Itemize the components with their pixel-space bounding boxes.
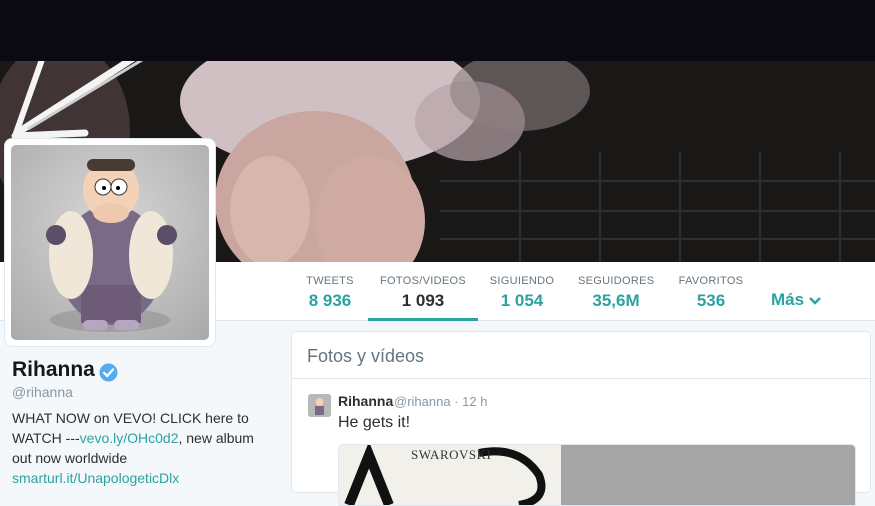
hand-drawn-arrow-icon bbox=[11, 61, 144, 140]
profile-avatar[interactable] bbox=[5, 139, 215, 346]
tab-label: FOTOS/VIDEOS bbox=[380, 275, 466, 287]
tweet-handle-time[interactable]: @rihanna · 12 h bbox=[394, 394, 487, 409]
profile-name: Rihanna bbox=[12, 358, 95, 381]
tab-count: 35,6M bbox=[592, 291, 640, 310]
photos-videos-panel: Fotos y vídeos Rihanna @rihanna · 12 h H… bbox=[291, 331, 871, 506]
tweet-media-image[interactable]: SWAROVSKI bbox=[338, 444, 856, 506]
top-navigation-bar bbox=[0, 0, 875, 61]
tab-count: 8 936 bbox=[308, 291, 352, 310]
tab-photos-videos[interactable]: FOTOS/VIDEOS 1 093 bbox=[368, 262, 478, 321]
image-caption-text: SWAROVSKI bbox=[411, 447, 492, 462]
tab-label: SIGUIENDO bbox=[489, 275, 555, 287]
media-image-left: SWAROVSKI bbox=[339, 445, 561, 505]
tab-count: 536 bbox=[696, 291, 726, 310]
bio-link-vevo[interactable]: vevo.ly/OHc0d2 bbox=[80, 430, 179, 446]
chevron-down-icon bbox=[808, 296, 821, 305]
avatar-image bbox=[11, 145, 209, 340]
tab-count: 1 054 bbox=[500, 291, 544, 310]
tweet-text: He gets it! bbox=[338, 414, 411, 431]
verified-badge-icon bbox=[99, 363, 118, 382]
tab-label: TWEETS bbox=[306, 275, 354, 287]
profile-bio: WHAT NOW on VEVO! CLICK here to WATCH --… bbox=[12, 408, 272, 488]
tab-count: 1 093 bbox=[401, 291, 445, 310]
tweet-avatar[interactable] bbox=[308, 394, 331, 417]
tab-label: SEGUIDORES bbox=[578, 275, 655, 287]
divider bbox=[292, 378, 870, 379]
more-menu-button[interactable]: Más bbox=[771, 290, 821, 310]
panel-title: Fotos y vídeos bbox=[307, 346, 425, 366]
tab-favorites[interactable]: FAVORITOS 536 bbox=[676, 262, 746, 320]
tab-tweets[interactable]: TWEETS 8 936 bbox=[300, 262, 360, 320]
tab-followers[interactable]: SEGUIDORES 35,6M bbox=[578, 262, 654, 320]
media-image-right bbox=[561, 445, 855, 505]
bio-link-album[interactable]: smarturl.it/UnapologeticDlx bbox=[12, 470, 179, 486]
tab-label: FAVORITOS bbox=[678, 275, 744, 287]
profile-handle[interactable]: @rihanna bbox=[12, 384, 73, 400]
tab-following[interactable]: SIGUIENDO 1 054 bbox=[488, 262, 556, 320]
tweet-author-name[interactable]: Rihanna bbox=[338, 393, 393, 409]
more-label: Más bbox=[771, 290, 805, 309]
